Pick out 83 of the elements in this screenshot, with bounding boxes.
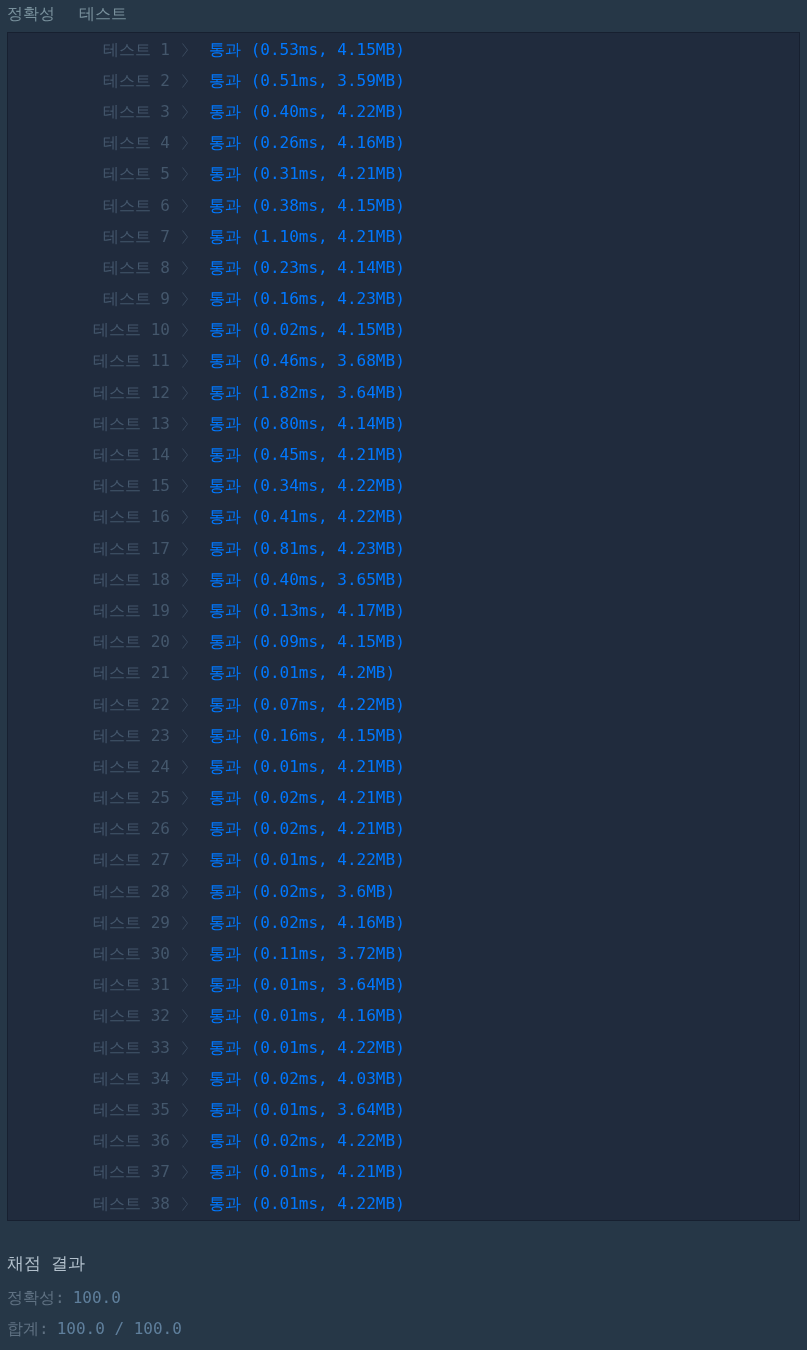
chevron-icon [182,728,188,743]
test-result: 통과 (0.02ms, 4.22MB) [209,1130,405,1153]
chevron-icon [182,136,188,151]
chevron-icon [182,822,188,837]
test-result: 통과 (0.01ms, 4.16MB) [209,1005,405,1028]
chevron-icon [182,1165,188,1180]
test-result: 통과 (0.23ms, 4.14MB) [209,256,405,279]
chevron-icon [182,198,188,213]
chevron-icon [182,915,188,930]
test-result: 통과 (0.02ms, 4.15MB) [209,319,405,342]
chevron-icon [182,104,188,119]
test-result: 통과 (0.53ms, 4.15MB) [209,38,405,61]
chevron-icon [182,853,188,868]
test-result: 통과 (0.01ms, 4.21MB) [209,755,405,778]
test-result: 통과 (0.41ms, 4.22MB) [209,506,405,529]
test-result: 통과 (0.07ms, 4.22MB) [209,693,405,716]
test-result: 통과 (0.26ms, 4.16MB) [209,132,405,155]
test-result: 통과 (0.34ms, 4.22MB) [209,475,405,498]
chevron-icon [182,603,188,618]
test-result: 통과 (0.02ms, 4.21MB) [209,787,405,810]
test-result: 통과 (1.82ms, 3.64MB) [209,381,405,404]
chevron-icon [182,448,188,463]
test-result: 통과 (0.01ms, 4.21MB) [209,1161,405,1184]
chevron-icon [182,73,188,88]
chevron-icon [182,229,188,244]
test-result: 통과 (0.40ms, 4.22MB) [209,100,405,123]
summary-title: 채점 결과 [6,1252,86,1276]
test-result: 통과 (0.02ms, 4.16MB) [209,911,405,934]
chevron-icon [182,260,188,275]
test-result: 통과 (0.38ms, 4.15MB) [209,194,405,217]
chevron-icon [182,42,188,57]
chevron-icon [182,759,188,774]
chevron-icon [182,541,188,556]
summary-label: 정확성: [7,1287,65,1310]
chevron-icon [182,1102,188,1117]
chevron-icon [182,1196,188,1211]
chevron-icon [182,697,188,712]
chevron-icon [182,1009,188,1024]
test-result: 통과 (0.09ms, 4.15MB) [209,631,405,654]
test-result: 통과 (0.01ms, 4.22MB) [209,1036,405,1059]
test-result: 통과 (0.80ms, 4.14MB) [209,412,405,435]
test-result: 통과 (0.51ms, 3.59MB) [209,69,405,92]
chevron-icon [182,479,188,494]
test-result: 통과 (0.16ms, 4.15MB) [209,724,405,747]
test-result: 통과 (0.02ms, 4.03MB) [209,1067,405,1090]
summary-value: 100.0 [72,1287,121,1310]
chevron-icon [182,1040,188,1055]
test-result: 통과 (0.01ms, 4.22MB) [209,849,405,872]
chevron-icon [182,791,188,806]
section-heading: 테스트 [79,3,127,25]
test-result: 통과 (0.02ms, 4.21MB) [209,818,405,841]
test-result: 통과 (0.31ms, 4.21MB) [209,163,405,186]
chevron-icon [182,354,188,369]
test-result: 통과 (0.13ms, 4.17MB) [209,599,405,622]
chevron-icon [182,978,188,993]
chevron-icon [182,635,188,650]
test-result: 통과 (0.01ms, 3.64MB) [209,974,405,997]
chevron-icon [182,1071,188,1086]
summary-value: 100.0 / 100.0 [56,1318,182,1341]
chevron-icon [182,572,188,587]
chevron-icon [182,292,188,307]
chevron-icon [182,323,188,338]
test-result: 통과 (1.10ms, 4.21MB) [209,225,405,248]
test-result: 통과 (0.01ms, 3.64MB) [209,1098,405,1121]
test-result: 통과 (0.02ms, 3.6MB) [209,880,396,903]
chevron-icon [182,1134,188,1149]
test-result: 통과 (0.11ms, 3.72MB) [209,943,405,966]
test-result: 통과 (0.45ms, 4.21MB) [209,444,405,467]
test-result: 통과 (0.16ms, 4.23MB) [209,288,405,311]
chevron-icon [182,666,188,681]
chevron-icon [182,947,188,962]
section-heading: 정확성 [7,3,55,25]
summary-label: 합계: [7,1318,49,1341]
chevron-icon [182,510,188,525]
test-result: 통과 (0.01ms, 4.22MB) [209,1192,405,1215]
chevron-icon [182,167,188,182]
test-result: 통과 (0.40ms, 3.65MB) [209,568,405,591]
chevron-icon [182,416,188,431]
test-result: 통과 (0.01ms, 4.2MB) [209,662,396,685]
chevron-icon [182,884,188,899]
test-result: 통과 (0.81ms, 4.23MB) [209,537,405,560]
chevron-icon [182,385,188,400]
test-result: 통과 (0.46ms, 3.68MB) [209,350,405,373]
